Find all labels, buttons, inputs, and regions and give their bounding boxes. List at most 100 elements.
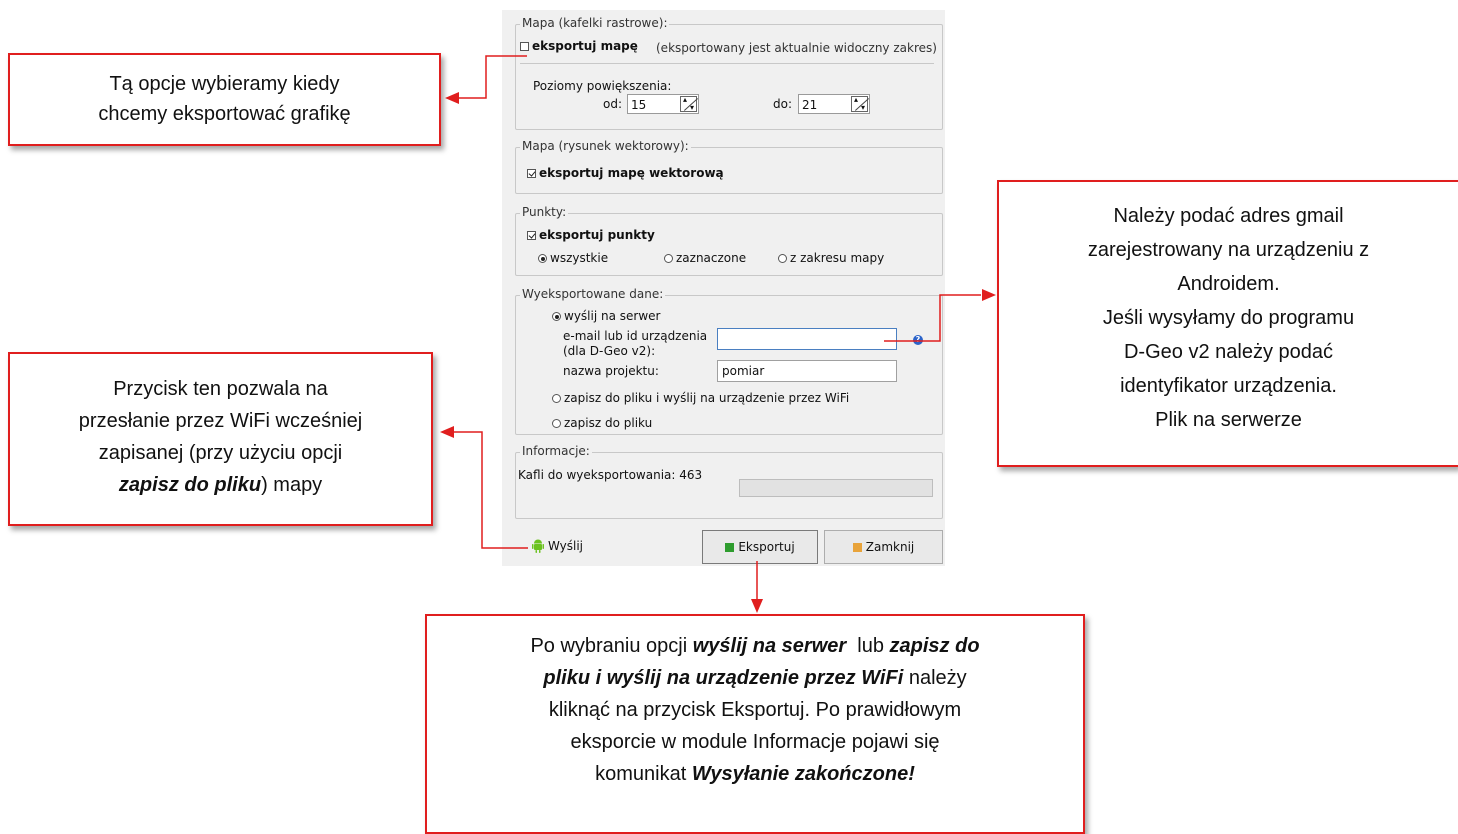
vector-map-group: Mapa (rysunek wektorowy): eksportuj mapę…: [515, 139, 943, 194]
radio-icon[interactable]: [552, 419, 561, 428]
export-callout: Po wybraniu opcji wyślij na serwer lub z…: [425, 614, 1085, 834]
export-points-checkbox-box[interactable]: [527, 231, 536, 240]
raster-callout: Tą opcje wybieramy kiedy chcemy eksporto…: [8, 53, 441, 146]
export-callout-text: należy: [903, 667, 967, 689]
info-group: Informacje: Kafli do wyeksportowania: 46…: [515, 444, 943, 519]
email-callout-line: Plik na serwerze: [1155, 409, 1302, 431]
points-selected-label: zaznaczone: [676, 251, 747, 265]
send-button-label: Wyślij: [548, 539, 584, 553]
email-callout-line: identyfikator urządzenia.: [1120, 375, 1337, 397]
wyslij-callout: Przycisk ten pozwala na przesłanie przez…: [8, 352, 433, 526]
export-points-label: eksportuj punkty: [539, 228, 655, 242]
export-icon: [725, 542, 735, 552]
email-callout-line: Jeśli wysyłamy do programu: [1102, 307, 1355, 329]
project-name-field[interactable]: pomiar: [717, 360, 897, 382]
raster-group-title: Mapa (kafelki rastrowe):: [520, 16, 670, 30]
export-callout-emphasis: wyślij na serwer: [692, 635, 847, 657]
email-callout-line: Androidem.: [1177, 273, 1280, 295]
export-map-note: (eksportowany jest aktualnie widoczny za…: [656, 41, 937, 55]
export-callout-emphasis: Wysyłanie zakończone!: [691, 763, 915, 785]
wyslij-arrow-head: [440, 426, 454, 438]
exported-data-group: Wyeksportowane dane: wyślij na serwer e-…: [515, 287, 943, 435]
email-arrow-head: [982, 289, 996, 301]
export-map-label: eksportuj mapę: [532, 39, 638, 53]
zoom-from-label: od:: [603, 97, 623, 111]
wyslij-callout-line: przesłanie przez WiFi wcześniej: [78, 410, 363, 432]
question-icon[interactable]: ?: [913, 335, 923, 345]
points-group: Punkty: eksportuj punkty wszystkie zazna…: [515, 205, 943, 276]
radio-icon[interactable]: [552, 312, 561, 321]
spinner-arrows-icon[interactable]: ▴ ▾: [680, 96, 697, 112]
points-all-radio[interactable]: wszystkie: [538, 251, 608, 265]
export-points-checkbox[interactable]: eksportuj punkty: [527, 228, 655, 242]
export-callout-line: kliknąć na przycisk Eksportuj. Po prawid…: [548, 699, 962, 721]
email-callout-line: zarejestrowany na urządzeniu z: [1087, 239, 1370, 261]
send-button[interactable]: Wyślij: [532, 539, 583, 553]
radio-icon[interactable]: [538, 254, 547, 263]
wyslij-callout-line: zapisz do pliku) mapy: [10, 469, 431, 501]
wyslij-callout-text: ) mapy: [261, 474, 323, 496]
zoom-from-spinner[interactable]: 15 ▴ ▾: [627, 94, 699, 114]
raster-callout-line: Tą opcje wybieramy kiedy: [109, 73, 340, 95]
wyslij-callout-emphasis: zapisz do pliku: [118, 474, 262, 496]
close-button[interactable]: Zamknij: [824, 530, 943, 564]
export-callout-line: pliku i wyślij na urządzenie przez WiFi …: [427, 662, 1083, 694]
exported-group-title: Wyeksportowane dane:: [520, 287, 666, 301]
export-arrow-head: [751, 599, 763, 613]
zoom-to-spinner[interactable]: 21 ▴ ▾: [798, 94, 870, 114]
export-callout-emphasis: pliku i wyślij na urządzenie przez WiFi: [543, 667, 904, 689]
export-map-checkbox[interactable]: eksportuj mapę: [520, 39, 638, 53]
zoom-levels-heading: Poziomy powiększenia:: [533, 79, 672, 93]
export-map-checkbox-box[interactable]: [520, 42, 529, 51]
points-range-label: z zakresu mapy: [790, 251, 885, 265]
export-vector-label: eksportuj mapę wektorową: [539, 166, 724, 180]
radio-icon[interactable]: [778, 254, 787, 263]
raster-separator: [520, 63, 934, 64]
export-dialog: Mapa (kafelki rastrowe): eksportuj mapę …: [502, 10, 945, 566]
send-server-radio[interactable]: wyślij na serwer: [552, 309, 660, 323]
android-icon: [532, 539, 544, 553]
raster-callout-line: chcemy eksportować grafikę: [98, 103, 351, 125]
export-vector-checkbox-box[interactable]: [527, 169, 536, 178]
radio-icon[interactable]: [552, 394, 561, 403]
points-group-title: Punkty:: [520, 205, 569, 219]
email-callout: Należy podać adres gmail zarejestrowany …: [997, 180, 1458, 467]
points-all-label: wszystkie: [550, 251, 609, 265]
export-progress-bar: [739, 479, 933, 497]
save-and-wifi-radio[interactable]: zapisz do pliku i wyślij na urządzenie p…: [552, 391, 849, 405]
email-callout-line: Należy podać adres gmail: [1113, 205, 1344, 227]
project-name-label: nazwa projektu:: [563, 364, 659, 378]
email-callout-line: D-Geo v2 należy podać: [1123, 341, 1333, 363]
email-label: e-mail lub id urządzenia: [563, 329, 708, 343]
wyslij-callout-line: Przycisk ten pozwala na: [113, 378, 328, 400]
wyslij-callout-line: zapisanej (przy użyciu opcji: [98, 442, 343, 464]
send-server-label: wyślij na serwer: [564, 309, 661, 323]
export-button[interactable]: Eksportuj: [702, 530, 818, 564]
info-group-title: Informacje:: [520, 444, 592, 458]
points-selected-radio[interactable]: zaznaczone: [664, 251, 746, 265]
email-field[interactable]: [717, 328, 897, 350]
raster-arrow-head: [445, 92, 459, 104]
save-and-wifi-label: zapisz do pliku i wyślij na urządzenie p…: [564, 391, 850, 405]
zoom-to-label: do:: [773, 97, 793, 111]
radio-icon[interactable]: [664, 254, 673, 263]
zoom-to-value: 21: [802, 98, 818, 112]
save-file-radio[interactable]: zapisz do pliku: [552, 416, 652, 430]
export-callout-emphasis: zapisz do: [889, 635, 980, 657]
close-button-label: Zamknij: [865, 540, 915, 554]
export-callout-text: Po wybraniu opcji: [530, 635, 693, 657]
export-callout-line: komunikat Wysyłanie zakończone!: [427, 758, 1083, 790]
export-button-label: Eksportuj: [738, 540, 795, 554]
points-range-radio[interactable]: z zakresu mapy: [778, 251, 884, 265]
export-vector-checkbox[interactable]: eksportuj mapę wektorową: [527, 166, 724, 180]
vector-group-title: Mapa (rysunek wektorowy):: [520, 139, 691, 153]
close-icon: [852, 542, 862, 552]
tiles-count-text: Kafli do wyeksportowania: 463: [518, 468, 703, 482]
export-callout-line: Po wybraniu opcji wyślij na serwer lub z…: [427, 630, 1083, 662]
email-label-sub: (dla D-Geo v2):: [563, 344, 656, 358]
raster-map-group: Mapa (kafelki rastrowe): eksportuj mapę …: [515, 16, 943, 130]
save-file-label: zapisz do pliku: [564, 416, 653, 430]
export-callout-text: komunikat: [595, 763, 692, 785]
export-callout-line: eksporcie w module Informacje pojawi się: [570, 731, 940, 753]
spinner-arrows-icon[interactable]: ▴ ▾: [851, 96, 868, 112]
